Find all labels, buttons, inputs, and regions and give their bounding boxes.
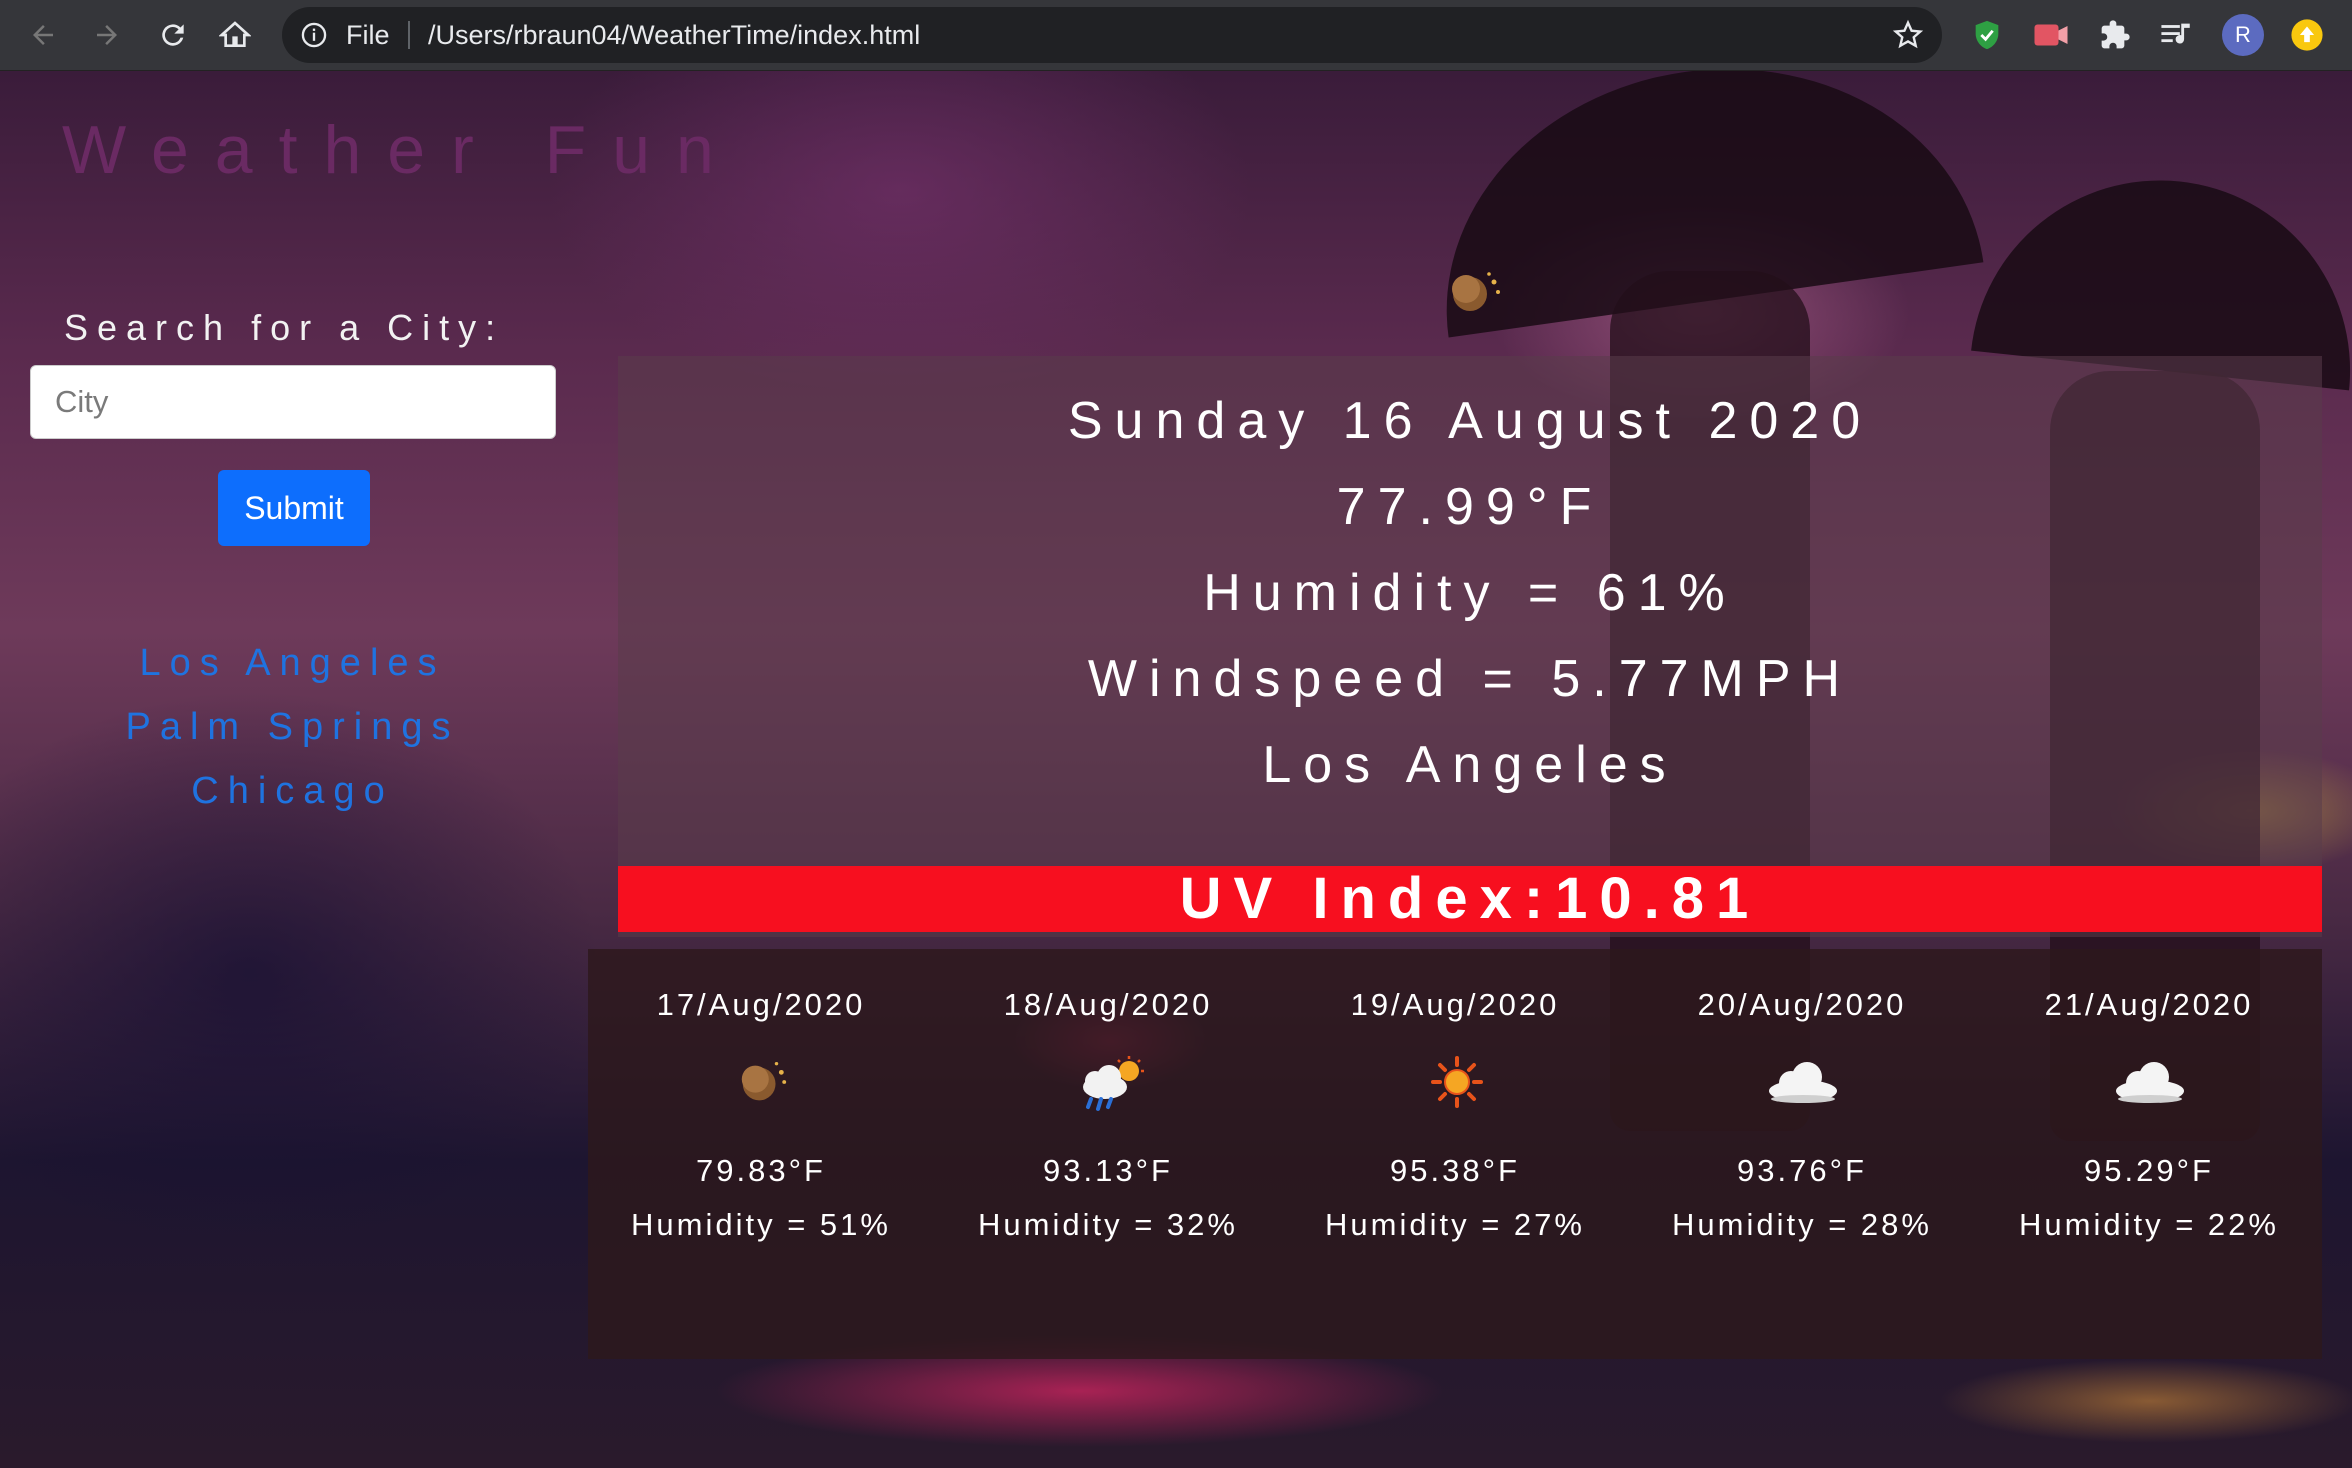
forecast-temperature: 79.83°F [696,1153,826,1188]
moon-clear-icon [1448,268,1504,323]
current-city: Los Angeles [1262,736,1678,794]
forecast-humidity: Humidity = 51% [631,1207,891,1242]
url-scheme-label: File [346,20,390,50]
back-arrow-icon[interactable] [20,12,66,58]
profile-avatar[interactable]: R [2222,14,2264,56]
current-windspeed: Windspeed = 5.77MPH [1087,650,1853,708]
current-temperature: 77.99°F [1336,478,1604,536]
browser-toolbar: File /Users/rbraun04/WeatherTime/index.h… [0,0,2352,71]
puzzle-icon[interactable] [2092,12,2138,58]
forward-arrow-icon[interactable] [84,12,130,58]
cloud-icon [2112,1055,2188,1109]
forecast-temperature: 93.13°F [1043,1153,1173,1188]
forecast-humidity: Humidity = 32% [978,1207,1238,1242]
forecast-date: 20/Aug/2020 [1697,987,1907,1022]
page-title: Weather Fun [62,112,740,188]
url-text[interactable]: /Users/rbraun04/WeatherTime/index.html [428,7,920,63]
forecast-temperature: 95.29°F [2084,1153,2214,1188]
forecast-temperature: 95.38°F [1390,1153,1520,1188]
forecast-card: 18/Aug/2020 93.13°F Humidity = 32% [935,949,1281,1359]
rain-sun-icon [1075,1055,1149,1111]
forecast-date: 21/Aug/2020 [2044,987,2254,1022]
video-extension-icon[interactable] [2028,12,2074,58]
address-bar[interactable]: File /Users/rbraun04/WeatherTime/index.h… [282,7,1942,63]
update-indicator-icon[interactable] [2284,12,2330,58]
forecast-date: 18/Aug/2020 [1003,987,1213,1022]
moon-clear-icon [736,1055,790,1109]
forecast-humidity: Humidity = 27% [1325,1207,1585,1242]
star-icon[interactable] [1892,19,1924,56]
current-humidity: Humidity = 61% [1203,564,1737,622]
forecast-date: 17/Aug/2020 [656,987,866,1022]
forecast-card: 19/Aug/2020 95.38°F Humidity = 27% [1282,949,1628,1359]
sun-icon [1430,1055,1484,1109]
forecast-humidity: Humidity = 22% [2019,1207,2279,1242]
omnibox-divider [408,21,410,49]
forecast-panel: 17/Aug/2020 79.83°F Humidity = 51% 18/Au… [588,949,2322,1359]
forecast-humidity: Humidity = 28% [1672,1207,1932,1242]
forecast-card: 20/Aug/2020 93.76°F Humidity = 28% [1629,949,1975,1359]
search-history-list: Los Angeles Palm Springs Chicago [0,631,585,823]
city-search-input[interactable] [30,365,556,439]
history-city-link[interactable]: Los Angeles [0,631,585,695]
home-icon[interactable] [212,12,258,58]
reload-icon[interactable] [150,12,196,58]
info-icon[interactable] [300,21,328,54]
current-weather-panel: Sunday 16 August 2020 77.99°F Humidity =… [618,356,2322,937]
search-label: Search for a City: [64,307,505,348]
forecast-date: 19/Aug/2020 [1350,987,1560,1022]
submit-button[interactable]: Submit [218,470,370,546]
forecast-card: 17/Aug/2020 79.83°F Humidity = 51% [588,949,934,1359]
history-city-link[interactable]: Chicago [0,759,585,823]
uv-index-bar: UV Index:10.81 [618,866,2322,932]
history-city-link[interactable]: Palm Springs [0,695,585,759]
forecast-card: 21/Aug/2020 95.29°F Humidity = 22% [1976,949,2322,1359]
current-date: Sunday 16 August 2020 [1067,392,1873,450]
media-queue-icon[interactable] [2154,12,2200,58]
forecast-temperature: 93.76°F [1737,1153,1867,1188]
page-viewport: Weather Fun Search for a City: Submit Lo… [0,71,2352,1468]
shield-extension-icon[interactable] [1964,12,2010,58]
cloud-icon [1765,1055,1841,1109]
